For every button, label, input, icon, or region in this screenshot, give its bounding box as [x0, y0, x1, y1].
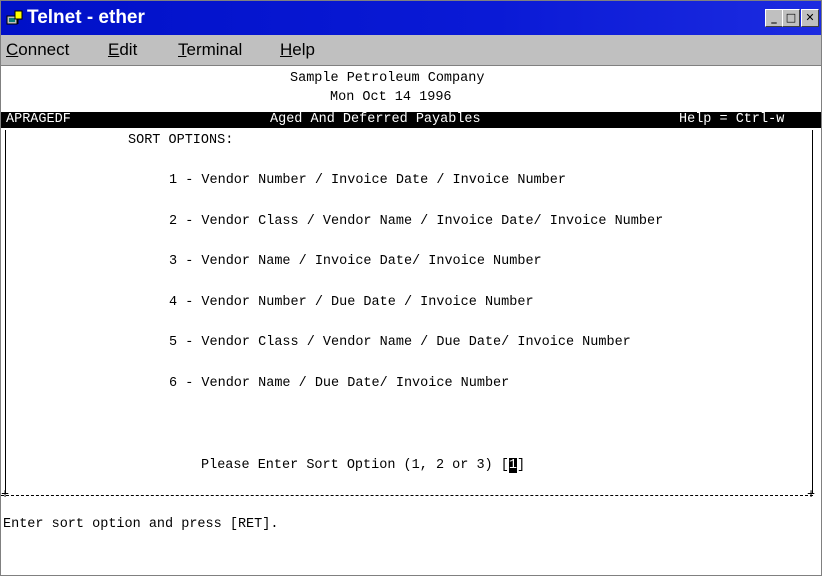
company-name: Sample Petroleum Company — [290, 71, 485, 86]
menu-connect-label: onnect — [18, 40, 70, 59]
corner-plus-right: + — [807, 488, 816, 503]
header-bar: APRAGEDF Aged And Deferred Payables Help… — [1, 112, 821, 128]
sort-prompt-close: ] — [516, 458, 526, 473]
menu-terminal-mnemonic: T — [178, 40, 187, 59]
sort-option-6: 6 - Vendor Name / Due Date/ Invoice Numb… — [169, 376, 510, 391]
menu-edit[interactable]: Edit — [108, 40, 137, 60]
report-date: Mon Oct 14 1996 — [330, 90, 452, 105]
sort-option-3: 3 - Vendor Name / Invoice Date/ Invoice … — [169, 254, 542, 269]
status-line: Enter sort option and press [RET]. — [3, 517, 279, 532]
sort-option-input[interactable]: 1 — [508, 458, 517, 473]
menu-edit-mnemonic: E — [108, 40, 120, 59]
sort-option-5: 5 - Vendor Class / Vendor Name / Due Dat… — [169, 335, 631, 350]
terminal-screen[interactable]: Sample Petroleum Company Mon Oct 14 1996… — [1, 66, 821, 575]
menu-edit-label: dit — [119, 40, 138, 59]
menu-connect-mnemonic: C — [6, 40, 19, 59]
maximize-button[interactable]: □ — [782, 9, 800, 27]
help-hint: Help = Ctrl-w — [679, 112, 785, 127]
sort-option-2: 2 - Vendor Class / Vendor Name / Invoice… — [169, 214, 664, 229]
menu-help-mnemonic: H — [280, 40, 293, 59]
sort-option-4: 4 - Vendor Number / Due Date / Invoice N… — [169, 295, 534, 310]
telnet-app-icon[interactable] — [6, 10, 24, 26]
telnet-window: Telnet - ether _ □ ✕ Connect Edit Termin… — [0, 0, 822, 576]
right-border — [812, 130, 813, 494]
window-title: Telnet - ether — [27, 7, 145, 28]
menu-bar: Connect Edit Terminal Help — [1, 35, 821, 66]
menu-help-label: elp — [292, 40, 315, 59]
bottom-border — [1, 495, 813, 496]
sort-option-1: 1 - Vendor Number / Invoice Date / Invoi… — [169, 173, 566, 188]
menu-terminal[interactable]: Terminal — [178, 40, 242, 60]
sort-prompt: Please Enter Sort Option (1, 2 or 3) [1] — [201, 458, 525, 473]
screen-title: Aged And Deferred Payables — [270, 112, 481, 127]
menu-help[interactable]: Help — [280, 40, 315, 60]
menu-terminal-label: erminal — [186, 40, 243, 59]
menu-connect[interactable]: Connect — [6, 40, 69, 60]
sort-heading: SORT OPTIONS: — [128, 133, 234, 148]
close-button[interactable]: ✕ — [801, 9, 819, 27]
program-id: APRAGEDF — [6, 112, 71, 127]
left-border — [5, 130, 6, 494]
title-bar[interactable]: Telnet - ether _ □ ✕ — [1, 1, 821, 35]
minimize-button[interactable]: _ — [765, 9, 783, 27]
sort-prompt-text: Please Enter Sort Option (1, 2 or 3) [ — [201, 458, 509, 473]
